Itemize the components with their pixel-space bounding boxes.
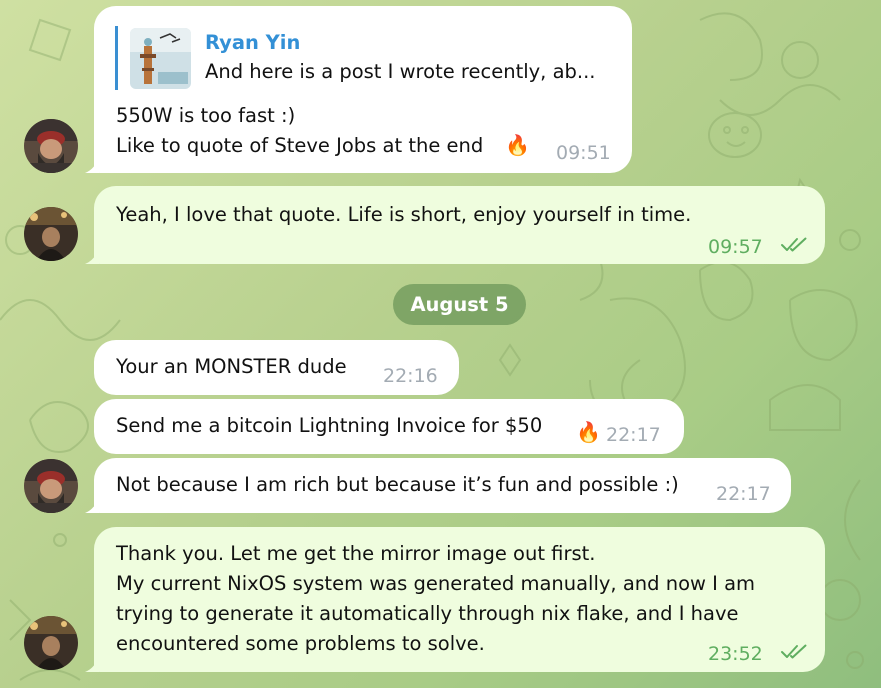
message-text-line: Send me a bitcoin Lightning Invoice for … bbox=[116, 414, 543, 437]
message-text-line: Not because I am rich but because it’s f… bbox=[116, 473, 679, 496]
my-avatar[interactable] bbox=[24, 207, 78, 261]
sender-avatar[interactable] bbox=[24, 119, 78, 173]
message-time: 22:17 bbox=[606, 424, 661, 446]
sender-avatar[interactable] bbox=[24, 459, 78, 513]
my-avatar[interactable] bbox=[24, 616, 78, 670]
double-check-icon bbox=[781, 237, 807, 252]
message-text-line: Yeah, I love that quote. Life is short, … bbox=[116, 203, 692, 226]
double-check-icon bbox=[781, 644, 807, 659]
message-text-line: Your an MONSTER dude bbox=[116, 355, 347, 378]
message-time: 22:16 bbox=[383, 365, 438, 387]
reply-text: And here is a post I wrote recently, ab.… bbox=[205, 60, 596, 83]
bubble-tail bbox=[85, 248, 99, 264]
message-bubble-1[interactable]: Ryan Yin And here is a post I wrote rece… bbox=[85, 6, 632, 173]
message-bubble-5[interactable]: Not because I am rich but because it’s f… bbox=[85, 458, 791, 513]
fire-icon: 🔥 bbox=[505, 133, 530, 157]
message-time: 09:51 bbox=[556, 142, 611, 164]
fire-icon: 🔥 bbox=[576, 420, 601, 444]
message-text-line: encountered some problems to solve. bbox=[116, 632, 485, 655]
message-bubble-4[interactable]: Send me a bitcoin Lightning Invoice for … bbox=[94, 399, 684, 454]
message-bubble-2[interactable]: Yeah, I love that quote. Life is short, … bbox=[85, 186, 825, 264]
message-text-line: Thank you. Let me get the mirror image o… bbox=[116, 542, 596, 565]
message-text-line: 550W is too fast :) bbox=[116, 104, 296, 127]
message-time: 22:17 bbox=[716, 483, 771, 505]
message-time: 09:57 bbox=[708, 236, 763, 258]
bubble-tail bbox=[85, 656, 99, 672]
bubble-tail bbox=[85, 157, 99, 173]
message-time: 23:52 bbox=[708, 643, 763, 665]
date-separator: August 5 bbox=[393, 284, 526, 325]
message-text-line: My current NixOS system was generated ma… bbox=[116, 572, 756, 595]
bubble-tail bbox=[85, 497, 99, 513]
reply-preview[interactable]: Ryan Yin And here is a post I wrote rece… bbox=[115, 26, 603, 90]
message-text-line: Like to quote of Steve Jobs at the end bbox=[116, 134, 484, 157]
reply-thumbnail bbox=[130, 28, 191, 89]
message-bubble-6[interactable]: Thank you. Let me get the mirror image o… bbox=[85, 527, 825, 672]
message-text-line: trying to generate it automatically thro… bbox=[116, 602, 739, 625]
message-bubble-3[interactable]: Your an MONSTER dude 22:16 bbox=[94, 340, 459, 395]
reply-author: Ryan Yin bbox=[205, 31, 301, 54]
